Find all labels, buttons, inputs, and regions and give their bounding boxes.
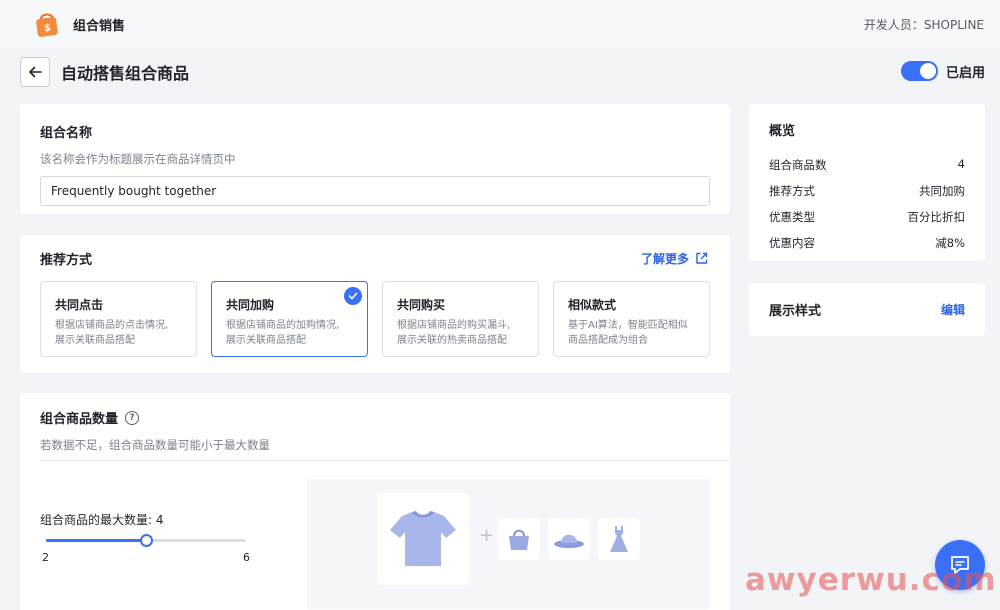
option-desc: 根据店铺商品的购买漏斗, 展示关联的热卖商品搭配	[397, 320, 511, 346]
display-style-card: 展示样式 编辑	[749, 283, 985, 336]
watermark: awyerwu.com	[745, 562, 997, 598]
developer-label: 开发人员：SHOPLINE	[863, 17, 984, 32]
handbag-icon	[509, 529, 529, 550]
bundle-preview: +	[307, 479, 710, 609]
slider-min-label: 2	[42, 551, 49, 564]
learn-more-label: 了解更多	[640, 252, 689, 266]
slider-thumb[interactable]	[140, 534, 153, 547]
option-desc: 基于AI算法，智能匹配相似 商品搭配成为组合	[568, 320, 688, 346]
preview-item-bag	[498, 518, 540, 560]
method-option-similar[interactable]: 相似款式 基于AI算法，智能匹配相似 商品搭配成为组合	[553, 281, 710, 357]
hat-icon	[554, 534, 584, 548]
preview-item-hat	[548, 518, 590, 560]
shopping-bag-icon: $	[34, 10, 60, 38]
toggle-knob	[920, 63, 936, 79]
question-circle-icon[interactable]: ?	[125, 410, 140, 425]
divider	[40, 460, 730, 461]
method-options: 共同点击 根据店铺商品的点击情况, 展示关联商品搭配 共同加购 根据店铺商品的加购…	[40, 281, 710, 357]
top-bar: $ 组合销售 开发人员：SHOPLINE	[0, 0, 1000, 48]
bundle-name-hint: 该名称会作为标题展示在商品详情页中	[40, 152, 236, 166]
enabled-toggle[interactable]	[901, 61, 938, 81]
option-title: 共同购买	[397, 298, 446, 312]
overview-card: 概览 组合商品数 4 推荐方式 共同加购 优惠类型 百分比折扣 优惠内容 减8%	[749, 104, 985, 261]
max-quantity-slider[interactable]	[46, 534, 246, 547]
option-desc: 根据店铺商品的加购情况, 展示关联商品搭配	[226, 320, 340, 346]
slider-max-label: 6	[243, 551, 250, 564]
bundle-quantity-card: 组合商品数量 ? 若数据不足，组合商品数量可能小于最大数量 组合商品的最大数量:…	[20, 393, 730, 610]
option-title: 共同点击	[55, 298, 104, 312]
overview-row: 优惠内容 减8%	[769, 236, 965, 250]
svg-text:$: $	[44, 23, 51, 34]
preview-item-dress	[598, 518, 640, 560]
max-quantity-label: 组合商品的最大数量: 4	[40, 513, 164, 527]
tshirt-icon	[390, 511, 456, 566]
preview-main-product	[377, 493, 469, 585]
option-title: 相似款式	[568, 298, 617, 312]
page-title: 自动搭售组合商品	[61, 64, 190, 83]
app-title: 组合销售	[73, 18, 126, 34]
external-link-icon	[696, 252, 708, 264]
bundle-name-input[interactable]	[40, 176, 710, 206]
toggle-label: 已启用	[946, 66, 986, 81]
recommendation-method-title: 推荐方式	[40, 253, 93, 268]
edit-display-style-link[interactable]: 编辑	[941, 301, 965, 318]
slider-fill	[46, 539, 146, 542]
back-button[interactable]	[20, 57, 50, 87]
bundle-name-title: 组合名称	[40, 126, 93, 141]
display-style-title: 展示样式	[769, 304, 822, 319]
overview-row: 优惠类型 百分比折扣	[769, 210, 965, 224]
recommendation-method-card: 推荐方式 了解更多 共同点击 根据店铺商品的点击情况, 展示关联商品搭配 共同加购…	[20, 235, 730, 373]
arrow-left-icon	[29, 66, 42, 78]
method-option-co-cart[interactable]: 共同加购 根据店铺商品的加购情况, 展示关联商品搭配	[211, 281, 368, 357]
check-icon	[344, 287, 362, 305]
overview-title: 概览	[769, 124, 796, 139]
option-title: 共同加购	[226, 298, 275, 312]
overview-row: 组合商品数 4	[769, 157, 965, 172]
learn-more-link[interactable]: 了解更多	[641, 250, 708, 267]
dress-icon	[610, 526, 628, 552]
plus-icon: +	[479, 525, 495, 546]
bundle-name-card: 组合名称 该名称会作为标题展示在商品详情页中	[20, 104, 730, 214]
method-option-co-purchase[interactable]: 共同购买 根据店铺商品的购买漏斗, 展示关联的热卖商品搭配	[382, 281, 539, 357]
overview-row: 推荐方式 共同加购	[769, 184, 965, 198]
option-desc: 根据店铺商品的点击情况, 展示关联商品搭配	[55, 320, 169, 346]
bundle-quantity-hint: 若数据不足，组合商品数量可能小于最大数量	[40, 438, 270, 452]
method-option-co-click[interactable]: 共同点击 根据店铺商品的点击情况, 展示关联商品搭配	[40, 281, 197, 357]
bundle-quantity-title: 组合商品数量	[40, 412, 119, 427]
